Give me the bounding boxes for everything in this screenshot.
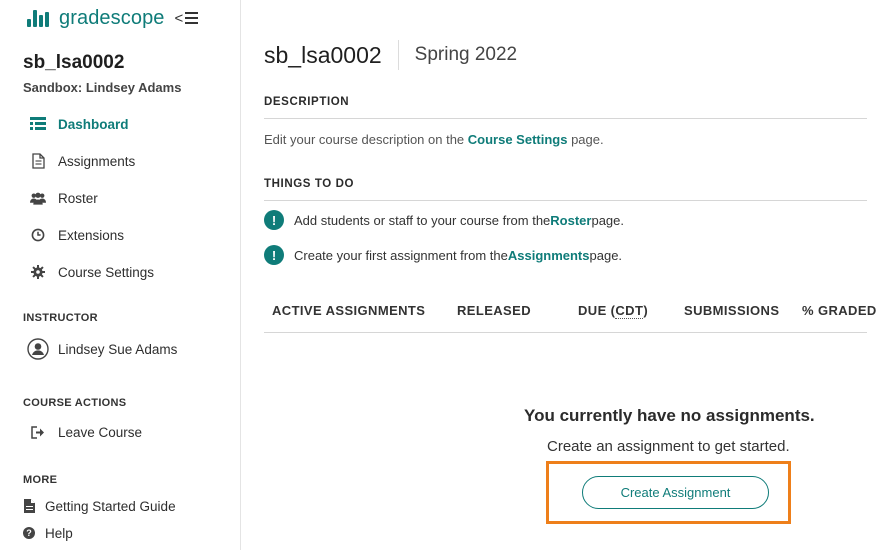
things-to-do-divider — [264, 200, 867, 201]
column-header-released[interactable]: RELEASED — [457, 303, 531, 318]
column-header-due[interactable]: DUE (CDT) — [578, 303, 648, 319]
logo-text: gradescope — [59, 6, 165, 29]
empty-state-title: You currently have no assignments. — [524, 406, 815, 425]
getting-started-guide-label: Getting Started Guide — [45, 498, 176, 514]
sidebar-item-label: Dashboard — [58, 116, 129, 132]
column-header-submissions[interactable]: SUBMISSIONS — [684, 303, 779, 318]
leave-course-label: Leave Course — [58, 424, 143, 440]
file-icon — [23, 498, 35, 514]
alert-icon: ! — [264, 245, 284, 265]
instructor-item[interactable]: Lindsey Sue Adams — [27, 338, 178, 360]
alert-icon: ! — [264, 210, 284, 230]
sidebar-item-dashboard[interactable]: Dashboard — [30, 114, 129, 134]
chevron-left-icon: < — [174, 9, 184, 27]
page-title: sb_lsa0002 Spring 2022 — [264, 40, 517, 70]
gear-icon — [30, 264, 46, 280]
sidebar-item-extensions[interactable]: Extensions — [30, 225, 124, 245]
assignments-table-header: ACTIVE ASSIGNMENTS RELEASED DUE (CDT) SU… — [264, 303, 876, 333]
help-icon: ? — [23, 525, 35, 541]
leave-course-link[interactable]: Leave Course — [30, 422, 142, 442]
avatar-icon — [27, 338, 49, 360]
description-heading: DESCRIPTION — [264, 96, 350, 108]
instructor-section-label: INSTRUCTOR — [23, 312, 98, 324]
todo-item-roster: ! Add students or staff to your course f… — [264, 210, 624, 230]
menu-icon — [185, 12, 199, 24]
dashboard-icon — [30, 116, 46, 132]
more-section-label: MORE — [23, 474, 58, 486]
sidebar-item-label: Assignments — [58, 153, 136, 169]
sidebar-item-label: Course Settings — [58, 264, 155, 280]
create-assignment-button[interactable]: Create Assignment — [582, 476, 769, 509]
course-actions-section-label: COURSE ACTIONS — [23, 397, 127, 409]
course-settings-link[interactable]: Course Settings — [468, 132, 568, 147]
sidebar: gradescope < sb_lsa0002 Sandbox: Lindsey… — [0, 0, 241, 550]
getting-started-guide-link[interactable]: Getting Started Guide — [23, 496, 176, 516]
clock-icon — [30, 227, 46, 243]
title-divider — [397, 40, 399, 70]
help-link[interactable]: ? Help — [23, 523, 73, 543]
sidebar-item-course-settings[interactable]: Course Settings — [30, 262, 154, 282]
todo-item-assignments: ! Create your first assignment from the … — [264, 245, 622, 265]
document-icon — [30, 153, 46, 169]
sidebar-item-assignments[interactable]: Assignments — [30, 151, 135, 171]
page-title-term: Spring 2022 — [414, 44, 518, 65]
sidebar-item-label: Roster — [58, 190, 98, 206]
gradescope-logo-icon — [27, 9, 49, 27]
description-text: Edit your course description on the Cour… — [264, 132, 604, 147]
help-label: Help — [45, 525, 73, 541]
description-divider — [264, 118, 867, 119]
logo[interactable]: gradescope < — [27, 6, 199, 30]
sidebar-course-subtitle: Sandbox: Lindsey Adams — [23, 80, 182, 95]
instructor-name: Lindsey Sue Adams — [58, 341, 178, 357]
empty-state-subtitle: Create an assignment to get started. — [547, 438, 790, 455]
people-icon — [30, 190, 46, 206]
sidebar-course-code: sb_lsa0002 — [23, 52, 125, 73]
page-title-course-code: sb_lsa0002 — [264, 41, 382, 68]
sidebar-item-roster[interactable]: Roster — [30, 188, 98, 208]
svg-text:?: ? — [26, 528, 32, 538]
things-to-do-heading: THINGS TO DO — [264, 178, 355, 190]
sign-out-icon — [30, 424, 46, 440]
column-header-active-assignments[interactable]: ACTIVE ASSIGNMENTS — [272, 303, 425, 318]
main-content: sb_lsa0002 Spring 2022 DESCRIPTION Edit … — [264, 0, 886, 550]
timezone-abbr: CDT — [615, 303, 644, 319]
sidebar-item-label: Extensions — [58, 227, 125, 243]
roster-link[interactable]: Roster — [550, 213, 591, 228]
column-header-percent-graded[interactable]: % GRADED — [802, 303, 877, 318]
assignments-link[interactable]: Assignments — [508, 248, 590, 263]
collapse-sidebar-button[interactable]: < — [175, 10, 199, 27]
